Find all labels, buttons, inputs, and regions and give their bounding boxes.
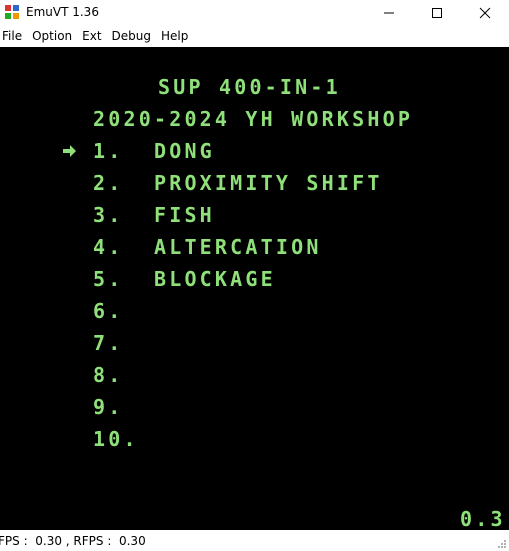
status-bar: FPS : 0.30 , RFPS : 0.30 [0,530,509,551]
menu-entry-6[interactable]: 6. [93,301,123,321]
menu-file[interactable]: File [2,29,26,43]
menu-entry-4[interactable]: 4. ALTERCATION [93,237,322,257]
menu-entry-7[interactable]: 7. [93,333,123,353]
menu-entry-2[interactable]: 2. PROXIMITY SHIFT [93,173,383,193]
minimize-icon [384,12,394,14]
title-bar: EmuVT 1.36 [0,0,509,26]
app-icon [5,5,19,19]
minimize-button[interactable] [365,0,413,26]
maximize-button[interactable] [413,0,461,26]
menu-entry-1[interactable]: 1. DONG [93,141,215,161]
game-subtitle: 2020-2024 YH WORKSHOP [93,107,414,131]
menu-entry-10[interactable]: 10. [93,429,139,449]
menu-entry-5[interactable]: 5. BLOCKAGE [93,269,276,289]
resize-grip-icon[interactable] [495,537,507,549]
menu-help[interactable]: Help [157,29,192,43]
emulator-screen[interactable]: SUP 400-IN-1 2020-2024 YH WORKSHOP 1. DO… [0,47,509,530]
corner-text: 0.3 [460,507,506,530]
menu-entry-3[interactable]: 3. FISH [93,205,215,225]
close-icon [479,7,491,19]
game-title: SUP 400-IN-1 [158,75,341,99]
maximize-icon [432,8,442,18]
fps-status: FPS : 0.30 , RFPS : 0.30 [0,534,146,548]
window-title: EmuVT 1.36 [26,5,99,19]
close-button[interactable] [461,0,509,26]
menu-option[interactable]: Option [28,29,76,43]
menu-debug[interactable]: Debug [108,29,155,43]
menu-ext[interactable]: Ext [78,29,105,43]
menu-bar: File Option Ext Debug Help [0,26,509,46]
menu-entry-9[interactable]: 9. [93,397,123,417]
arrow-right-icon [63,145,76,157]
menu-entry-8[interactable]: 8. [93,365,123,385]
